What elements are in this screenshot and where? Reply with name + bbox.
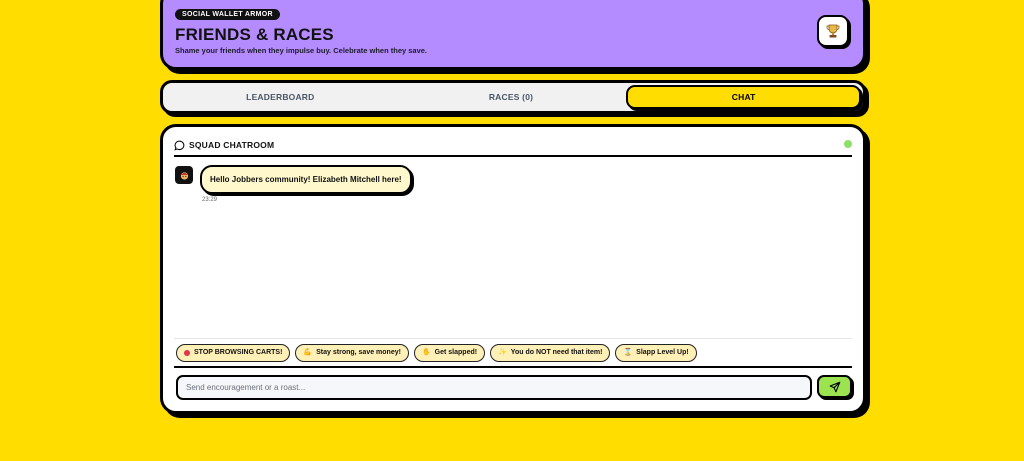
trophy-button[interactable] (817, 15, 849, 47)
message-input[interactable] (176, 375, 812, 400)
flexed-arm-icon: 💪 (303, 349, 313, 356)
page-title: FRIENDS & RACES (175, 25, 334, 44)
tab-leaderboard[interactable]: LEADERBOARD (165, 85, 396, 109)
quick-replies: STOP BROWSING CARTS! 💪 Stay strong, save… (174, 338, 852, 368)
tab-races[interactable]: RACES (0) (396, 85, 627, 109)
hand-slap-icon: ✋ (421, 349, 431, 356)
quick-reply-stay-strong[interactable]: 💪 Stay strong, save money! (295, 343, 409, 362)
chat-title: SQUAD CHATROOM (189, 140, 275, 150)
composer (176, 375, 852, 400)
quick-reply-get-slapped[interactable]: ✋ Get slapped! (413, 343, 486, 362)
tab-chat[interactable]: CHAT (626, 85, 862, 109)
chat-panel: SQUAD CHATROOM Hello Jobbers community! … (160, 124, 866, 414)
send-button[interactable] (817, 375, 852, 398)
avatar-emoji-icon (175, 166, 193, 184)
hourglass-icon: ⌛ (623, 349, 633, 356)
quick-reply-label: STOP BROWSING CARTS! (194, 349, 283, 356)
header-card: SOCIAL WALLET ARMOR FRIENDS & RACES Sham… (160, 0, 866, 70)
chat-bubble-icon (174, 140, 185, 151)
red-dot-icon (184, 349, 190, 356)
chat-header: SQUAD CHATROOM (174, 135, 852, 157)
tab-bar: LEADERBOARD RACES (0) CHAT (160, 80, 866, 114)
quick-reply-label: Slapp Level Up! (636, 349, 689, 356)
page-subtitle: Shame your friends when they impulse buy… (175, 46, 428, 55)
online-status-dot (844, 140, 852, 148)
trophy-icon (825, 23, 841, 39)
header-badge: SOCIAL WALLET ARMOR (175, 9, 280, 20)
quick-reply-label: You do NOT need that item! (510, 349, 603, 356)
quick-reply-level-up[interactable]: ⌛ Slapp Level Up! (615, 343, 697, 362)
quick-reply-stop-browsing[interactable]: STOP BROWSING CARTS! (176, 343, 291, 362)
quick-reply-label: Get slapped! (434, 349, 478, 356)
sparkle-icon: ✨ (498, 349, 507, 356)
quick-reply-dont-need[interactable]: ✨ You do NOT need that item! (490, 343, 611, 362)
quick-reply-label: Stay strong, save money! (316, 349, 401, 356)
message-timestamp: 23:29 (202, 197, 218, 203)
send-icon (829, 381, 841, 393)
chat-message-bubble: Hello Jobbers community! Elizabeth Mitch… (200, 165, 412, 194)
